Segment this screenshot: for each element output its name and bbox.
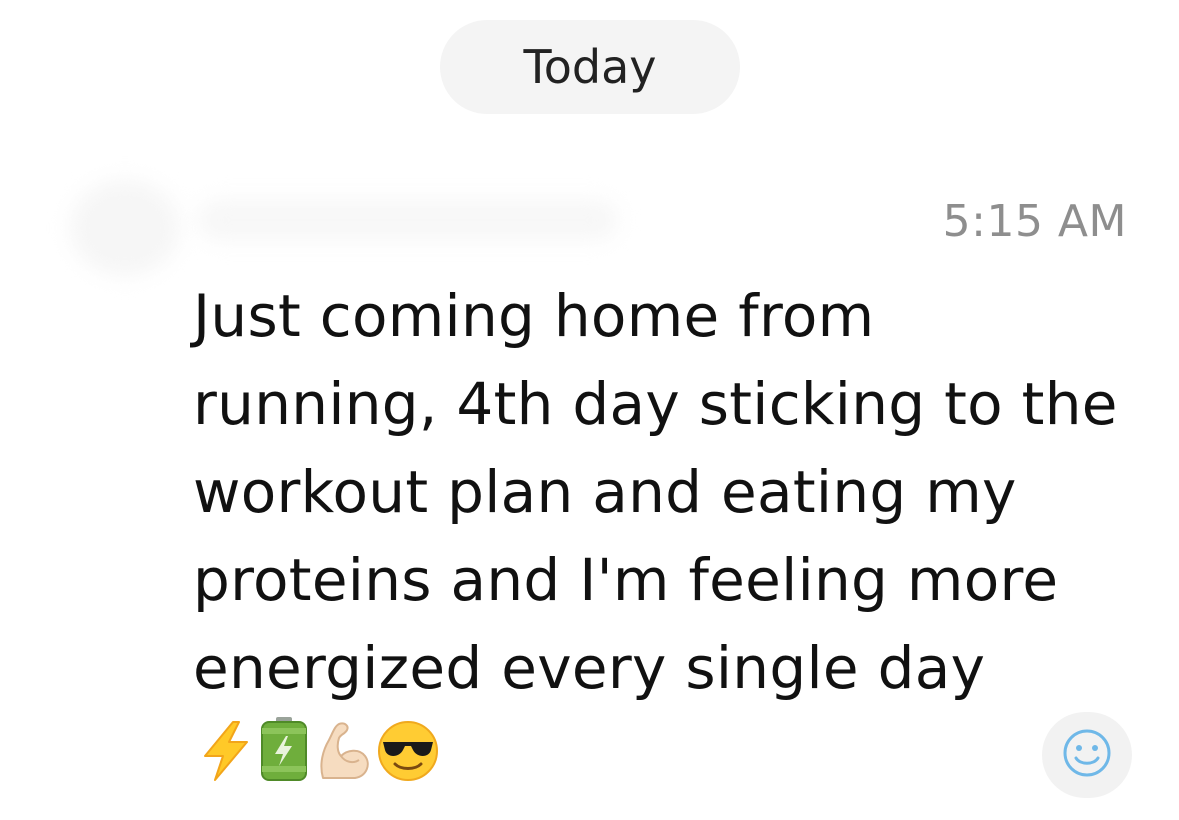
add-reaction-button[interactable] [1042, 712, 1132, 798]
battery-icon [259, 716, 309, 782]
emoji-group [193, 717, 439, 790]
message-body[interactable]: Just coming home from running, 4th day s… [193, 272, 1133, 800]
chat-screen: Today 5:15 AM Just coming home from runn… [0, 0, 1179, 820]
sender-redacted [58, 168, 618, 288]
message-timestamp: 5:15 AM [942, 196, 1127, 247]
sunglasses-face-icon [377, 720, 439, 782]
date-separator: Today [440, 20, 740, 114]
high-voltage-icon [199, 720, 253, 782]
sender-name-redacted [198, 200, 618, 240]
message-text: Just coming home from running, 4th day s… [193, 282, 1118, 702]
flexed-biceps-icon [315, 720, 371, 782]
smiley-icon [1061, 727, 1113, 783]
avatar [70, 180, 180, 276]
